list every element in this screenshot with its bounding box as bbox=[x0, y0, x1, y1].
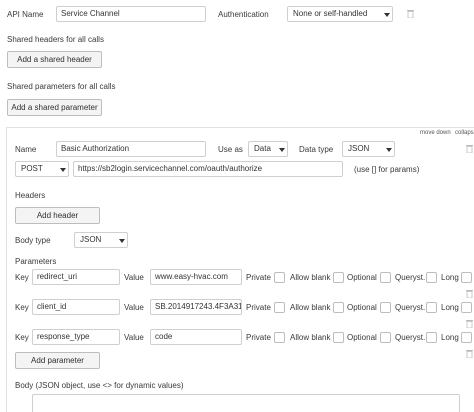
http-method-value: POST bbox=[21, 164, 43, 173]
long-label: Long bbox=[441, 273, 459, 282]
trash-icon[interactable] bbox=[466, 289, 473, 298]
url-hint: (use [] for params) bbox=[354, 165, 420, 174]
body-type-select[interactable]: JSON bbox=[74, 232, 128, 248]
chevron-down-icon bbox=[386, 148, 392, 152]
add-parameter-button[interactable]: Add parameter bbox=[15, 352, 100, 369]
move-down-link[interactable]: move down bbox=[420, 130, 451, 136]
data-type-value: JSON bbox=[348, 144, 370, 153]
long-checkbox[interactable] bbox=[461, 302, 472, 313]
data-type-select[interactable]: JSON bbox=[342, 141, 395, 157]
querystring-label: Queryst. bbox=[395, 303, 426, 312]
optional-label: Optional bbox=[347, 273, 377, 282]
querystring-checkbox[interactable] bbox=[426, 302, 437, 313]
private-label: Private bbox=[246, 303, 271, 312]
long-checkbox[interactable] bbox=[461, 272, 472, 283]
headers-label: Headers bbox=[15, 191, 46, 200]
call-name-input[interactable]: Basic Authorization bbox=[56, 141, 206, 157]
private-checkbox[interactable] bbox=[274, 302, 285, 313]
parameters-label: Parameters bbox=[15, 257, 57, 266]
param-key-input[interactable]: response_type bbox=[32, 329, 120, 345]
use-as-label: Use as bbox=[218, 145, 243, 154]
querystring-checkbox[interactable] bbox=[426, 272, 437, 283]
use-as-select[interactable]: Data bbox=[248, 141, 288, 157]
trash-icon[interactable] bbox=[466, 349, 473, 358]
allow-blank-label: Allow blank bbox=[290, 333, 331, 342]
param-key-label: Key bbox=[15, 333, 29, 342]
chevron-down-icon bbox=[279, 148, 285, 152]
param-value-label: Value bbox=[124, 333, 144, 342]
querystring-label: Queryst. bbox=[395, 273, 426, 282]
http-method-select[interactable]: POST bbox=[15, 161, 69, 177]
authentication-select[interactable]: None or self-handled bbox=[287, 6, 393, 22]
add-header-button[interactable]: Add header bbox=[15, 207, 100, 224]
param-value-input[interactable]: www.easy-hvac.com bbox=[150, 269, 242, 285]
add-shared-parameter-button[interactable]: Add a shared parameter bbox=[7, 99, 102, 116]
collapse-link[interactable]: collaps bbox=[455, 130, 474, 136]
authentication-value: None or self-handled bbox=[293, 9, 368, 18]
api-name-input[interactable]: Service Channel bbox=[56, 6, 206, 22]
long-label: Long bbox=[441, 333, 459, 342]
call-name-label: Name bbox=[15, 145, 37, 154]
url-input[interactable]: https://sb2login.servicechannel.com/oaut… bbox=[73, 161, 343, 177]
optional-checkbox[interactable] bbox=[380, 332, 391, 343]
private-label: Private bbox=[246, 273, 271, 282]
body-label: Body (JSON object, use <> for dynamic va… bbox=[15, 381, 184, 390]
authentication-label: Authentication bbox=[218, 10, 269, 19]
chevron-down-icon bbox=[384, 13, 390, 17]
chevron-down-icon bbox=[119, 239, 125, 243]
optional-checkbox[interactable] bbox=[380, 302, 391, 313]
long-checkbox[interactable] bbox=[461, 332, 472, 343]
body-textarea[interactable] bbox=[32, 394, 460, 412]
optional-checkbox[interactable] bbox=[380, 272, 391, 283]
chevron-down-icon bbox=[60, 168, 66, 172]
allow-blank-checkbox[interactable] bbox=[333, 272, 344, 283]
api-name-label: API Name bbox=[7, 10, 44, 19]
body-type-label: Body type bbox=[15, 236, 51, 245]
param-value-label: Value bbox=[124, 303, 144, 312]
use-as-value: Data bbox=[254, 144, 271, 153]
param-value-input[interactable]: code bbox=[150, 329, 242, 345]
allow-blank-label: Allow blank bbox=[290, 273, 331, 282]
param-value-label: Value bbox=[124, 273, 144, 282]
querystring-label: Queryst. bbox=[395, 333, 426, 342]
querystring-checkbox[interactable] bbox=[426, 332, 437, 343]
param-key-label: Key bbox=[15, 273, 29, 282]
optional-label: Optional bbox=[347, 333, 377, 342]
param-key-label: Key bbox=[15, 303, 29, 312]
body-type-value: JSON bbox=[80, 235, 102, 244]
param-value-input[interactable]: SB.2014917243.4F3A312( bbox=[150, 299, 242, 315]
long-label: Long bbox=[441, 303, 459, 312]
add-shared-header-button[interactable]: Add a shared header bbox=[7, 51, 102, 68]
shared-headers-heading: Shared headers for all calls bbox=[7, 35, 104, 44]
private-checkbox[interactable] bbox=[274, 272, 285, 283]
allow-blank-checkbox[interactable] bbox=[333, 332, 344, 343]
data-type-label: Data type bbox=[299, 145, 334, 154]
optional-label: Optional bbox=[347, 303, 377, 312]
trash-icon[interactable] bbox=[407, 9, 414, 18]
trash-icon[interactable] bbox=[466, 319, 473, 328]
param-key-input[interactable]: client_id bbox=[32, 299, 120, 315]
trash-icon[interactable] bbox=[466, 144, 473, 153]
param-key-input[interactable]: redirect_uri bbox=[32, 269, 120, 285]
allow-blank-label: Allow blank bbox=[290, 303, 331, 312]
allow-blank-checkbox[interactable] bbox=[333, 302, 344, 313]
private-label: Private bbox=[246, 333, 271, 342]
private-checkbox[interactable] bbox=[274, 332, 285, 343]
shared-params-heading: Shared parameters for all calls bbox=[7, 82, 116, 91]
